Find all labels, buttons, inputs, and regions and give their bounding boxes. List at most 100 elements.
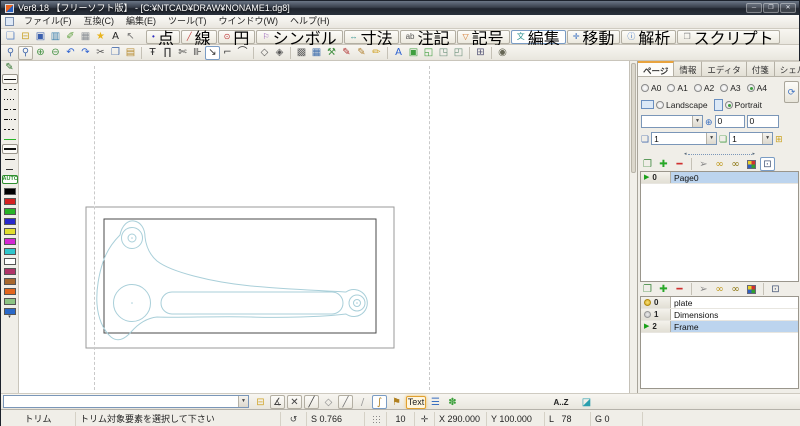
dropdown-arrow-icon[interactable]: ▼ (692, 116, 702, 127)
offset-y-input[interactable]: 0 (746, 115, 779, 128)
mode-analyze[interactable]: ⓘ 解析 (621, 29, 677, 48)
mode-edit[interactable]: 文編集 (510, 29, 566, 48)
row-label[interactable]: plate (671, 297, 798, 308)
attribute-tool-icon[interactable]: ⚒ (324, 46, 339, 60)
palette-icon[interactable] (744, 282, 759, 296)
remove-layer-icon[interactable]: ━ (672, 282, 687, 296)
row-number-cell[interactable]: 0 (641, 297, 671, 308)
line-style-dashed[interactable] (2, 84, 18, 94)
color-swatch-7[interactable] (3, 258, 16, 265)
new-file-icon[interactable]: ❏ (3, 30, 18, 44)
minimize-button[interactable]: ─ (746, 3, 762, 13)
color-swatch-5[interactable] (3, 238, 16, 245)
row-number-cell[interactable]: ▶ 0 (641, 172, 671, 183)
text-tool-icon[interactable]: A (108, 30, 123, 44)
snap-intersection-icon[interactable]: ✕ (287, 395, 302, 409)
edit-points-icon[interactable]: ✎ (354, 46, 369, 60)
title-bar[interactable]: Ver8.18 【フリーソフト版】 - [C:¥NTCAD¥DRAW¥NONAM… (1, 1, 799, 15)
current-row-icon[interactable]: ▶ (644, 173, 649, 183)
copy-page-icon[interactable]: ❐ (640, 157, 655, 171)
offset-x-input[interactable]: 0 (714, 115, 745, 128)
color-swatch-6[interactable] (3, 248, 16, 255)
dropdown-arrow-icon[interactable]: ▼ (706, 133, 717, 144)
mode-annotation[interactable]: ab 注記 (399, 29, 456, 48)
panel-tab-1[interactable]: 情報 (674, 61, 703, 76)
row-label[interactable]: Frame (671, 321, 798, 332)
portrait-radio[interactable] (724, 100, 733, 109)
edit-text-icon[interactable]: A (391, 46, 406, 60)
cut-icon[interactable]: ✂ (93, 46, 108, 60)
az-sort-button[interactable]: A..Z (551, 396, 571, 409)
color-swatch-10[interactable] (3, 288, 16, 295)
trim-tool-icon[interactable]: ↘ (205, 45, 220, 60)
list-row[interactable]: 0 plate (641, 297, 798, 309)
landscape-radio[interactable] (656, 100, 664, 109)
mode-dimension[interactable]: ↔ 寸法 (343, 29, 399, 48)
window-fit-icon[interactable]: ◳ (436, 46, 451, 60)
select-pointer-icon[interactable]: ➢ (696, 282, 711, 296)
mode-line[interactable]: ╱ 線 (180, 29, 217, 48)
color-swatch-3[interactable] (3, 218, 16, 225)
mode-script[interactable]: ❒ スクリプト (677, 29, 780, 48)
grid-cell[interactable] (365, 411, 387, 426)
command-combobox[interactable]: ▼ (3, 395, 249, 408)
cascade-windows-icon[interactable]: ⊞ (473, 46, 488, 60)
line-width-3-button[interactable] (2, 164, 18, 174)
favorites-icon[interactable]: ★ (93, 30, 108, 44)
print-icon[interactable]: ▦ (78, 30, 93, 44)
pen-style-icon[interactable]: ✎ (2, 61, 18, 74)
add-page-icon[interactable]: ✚ (656, 157, 671, 171)
edit-style-icon[interactable]: ✏ (369, 46, 384, 60)
zoom-window-icon[interactable]: ⚲ (18, 45, 33, 60)
canvas-vertical-scrollbar[interactable] (629, 61, 637, 393)
save-icon[interactable]: ▣ (33, 30, 48, 44)
remove-page-icon[interactable]: ━ (672, 157, 687, 171)
line-style-finedash[interactable] (2, 124, 18, 134)
panel-tab-4[interactable]: シェル (774, 61, 800, 76)
dropdown-arrow-icon[interactable]: ▼ (762, 133, 773, 144)
delete-tool-icon[interactable]: ◇ (257, 46, 272, 60)
line-style-dotted[interactable] (2, 94, 18, 104)
layer-visibility-icon[interactable] (644, 311, 651, 318)
color-swatch-4[interactable] (3, 228, 16, 235)
snap-folder-icon[interactable]: ⊟ (253, 395, 268, 409)
scale-left-combobox[interactable]: 1 ▼ (651, 132, 718, 145)
paper-size-radio-a0[interactable] (641, 83, 649, 92)
color-swatch-0[interactable] (3, 188, 16, 195)
current-row-icon[interactable]: ▶ (644, 322, 649, 332)
monitor-icon[interactable]: ⊡ (768, 282, 783, 296)
fit-view-icon[interactable]: ◱ (421, 46, 436, 60)
drawing-canvas[interactable] (19, 61, 629, 393)
row-number-cell[interactable]: ▶ 2 (641, 321, 671, 332)
paper-size-radio-a1[interactable] (667, 83, 676, 92)
delete-range-icon[interactable]: ◈ (272, 46, 287, 60)
maximize-button[interactable]: ❐ (763, 3, 779, 13)
copy-layer-icon[interactable]: ❐ (640, 282, 655, 296)
panel-tab-3[interactable]: 付箋 (746, 61, 775, 76)
panel-tab-0[interactable]: ページ (638, 61, 675, 76)
add-scale-icon[interactable]: ⊞ (775, 133, 783, 145)
menu-item-1[interactable]: 互換(C) (78, 15, 121, 28)
paste-icon[interactable]: ▤ (123, 46, 138, 60)
link-icon[interactable]: ◪ (579, 395, 594, 409)
undo-step-icon[interactable]: ↺ (281, 411, 307, 426)
line-width-2-button[interactable] (2, 154, 18, 164)
list-row[interactable]: ▶ 2 Frame (641, 321, 798, 333)
redo-icon[interactable]: ↷ (78, 46, 93, 60)
number-flag-icon[interactable]: ⚑ (389, 395, 404, 409)
edit-all-icon[interactable]: ✎ (339, 46, 354, 60)
color-swatch-9[interactable] (3, 278, 16, 285)
line-style-dashdot[interactable] (2, 104, 18, 114)
align-icon[interactable]: ☰ (428, 395, 443, 409)
row-label[interactable]: Dimensions (671, 309, 798, 320)
zoom-in-icon[interactable]: ⊕ (33, 46, 48, 60)
paper-size-radio-a3[interactable] (720, 83, 729, 92)
close-button[interactable]: ✕ (780, 3, 796, 13)
measure-icon[interactable]: ✽ (445, 395, 460, 409)
row-number-cell[interactable]: 1 (641, 309, 671, 320)
menu-item-0[interactable]: ファイル(F) (18, 15, 78, 28)
find-page-icon[interactable]: ∞ (712, 157, 727, 171)
color-swatch-1[interactable] (3, 198, 16, 205)
hatch-tool-icon[interactable]: ▦ (309, 46, 324, 60)
image-tool-icon[interactable]: ▣ (406, 46, 421, 60)
